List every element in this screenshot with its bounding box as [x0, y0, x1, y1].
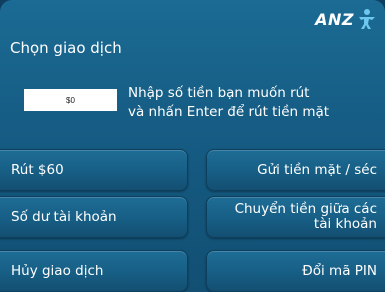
- anz-logo: ANZ: [315, 8, 377, 30]
- instructions-text: Nhập số tiền bạn muốn rút và nhấn Enter …: [128, 84, 329, 122]
- change-pin-label: Đổi mã PIN: [302, 262, 377, 279]
- withdraw-60-label: Rút $60: [11, 161, 64, 178]
- instruction-line-2: và nhấn Enter để rút tiền mặt: [128, 104, 330, 120]
- deposit-label: Gửi tiền mặt / séc: [257, 161, 377, 178]
- deposit-button[interactable]: Gửi tiền mặt / séc: [206, 149, 385, 191]
- cancel-label: Hủy giao dịch: [11, 262, 104, 279]
- balance-button[interactable]: Số dư tài khoản: [0, 196, 188, 238]
- transfer-label-line-2: tài khoản: [313, 216, 377, 232]
- withdraw-60-button[interactable]: Rút $60: [0, 149, 188, 191]
- page-title: Chọn giao dịch: [10, 39, 122, 57]
- amount-input[interactable]: [24, 89, 117, 111]
- transfer-label-line-1: Chuyển tiền giữa các: [234, 201, 377, 217]
- instruction-line-1: Nhập số tiền bạn muốn rút: [128, 85, 310, 101]
- transfer-button[interactable]: Chuyển tiền giữa các tài khoản: [206, 196, 385, 238]
- brand-name: ANZ: [315, 9, 354, 29]
- transfer-label: Chuyển tiền giữa các tài khoản: [235, 202, 377, 232]
- atm-screen: ANZ Chọn giao dịch Nhập số tiền bạn muốn…: [0, 0, 385, 292]
- anz-figure-icon: [359, 9, 375, 29]
- balance-label: Số dư tài khoản: [11, 208, 117, 225]
- cancel-transaction-button[interactable]: Hủy giao dịch: [0, 250, 188, 292]
- change-pin-button[interactable]: Đổi mã PIN: [206, 250, 385, 292]
